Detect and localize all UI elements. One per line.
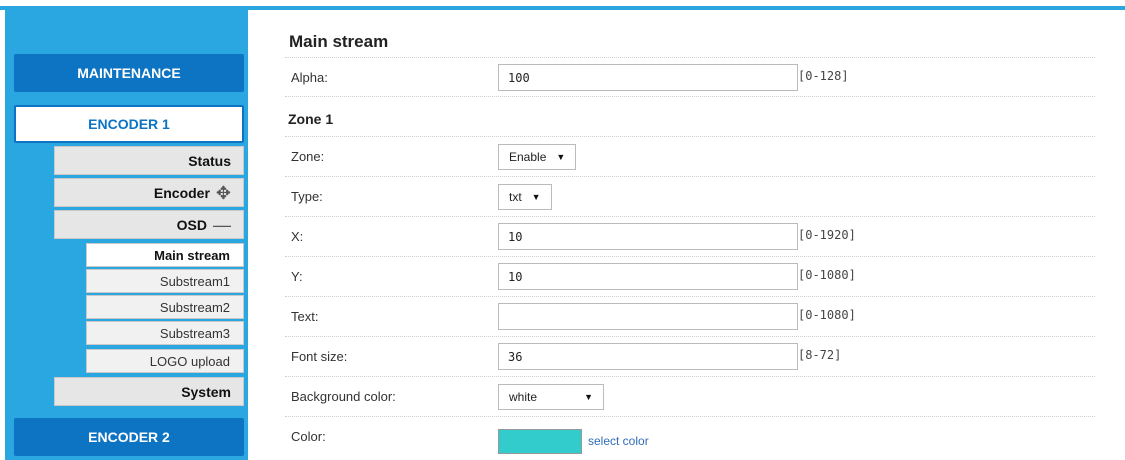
nav-maintenance[interactable]: MAINTENANCE [14,54,244,92]
expand-plus-icon: ✥ [215,182,231,203]
nav-main-stream[interactable]: Main stream [86,243,244,267]
nav-substream-2[interactable]: Substream2 [86,295,244,319]
chevron-down-icon: ▼ [531,192,541,202]
zone-select-value: Enable [509,150,547,164]
select-color-link[interactable]: select color [588,434,649,448]
nav-encoder-1[interactable]: ENCODER 1 [14,105,244,143]
font-size-range: [8-72] [798,348,842,362]
nav-system-label: System [181,383,231,400]
nav-status[interactable]: Status [54,146,244,175]
type-row: Type: txt ▼ [285,177,1095,217]
sidebar: MAINTENANCE ENCODER 1 Status Encoder ✥ O… [5,10,248,460]
zone-label: Zone: [291,149,325,164]
text-row: Text: [0-1080] [285,297,1095,337]
y-input[interactable] [498,263,798,290]
type-select-value: txt [509,190,522,204]
collapse-minus-icon: — [213,214,231,235]
font-size-label: Font size: [291,349,348,364]
type-label: Type: [291,189,323,204]
zone-header-row: Zone 1 [285,97,1095,137]
color-row: Color: select color [285,417,1095,457]
chevron-down-icon: ▼ [584,392,593,402]
background-color-select-value: white [509,390,538,404]
nav-status-label: Status [188,152,231,169]
zone-title: Zone 1 [288,111,334,127]
font-size-input[interactable] [498,343,798,370]
y-row: Y: [0-1080] [285,257,1095,297]
x-input[interactable] [498,223,798,250]
top-accent-bar [0,0,1125,10]
nav-system[interactable]: System [54,377,244,406]
y-label: Y: [291,269,303,284]
nav-logo-upload[interactable]: LOGO upload [86,349,244,373]
nav-encoder-label: Encoder [153,184,210,201]
x-label: X: [291,229,304,244]
x-row: X: [0-1920] [285,217,1095,257]
nav-substream-3[interactable]: Substream3 [86,321,244,345]
background-color-row: Background color: white ▼ [285,377,1095,417]
alpha-row: Alpha: [0-128] [285,57,1095,97]
color-swatch[interactable] [498,429,582,454]
nav-encoder[interactable]: Encoder ✥ [54,178,244,207]
alpha-input[interactable] [498,64,798,91]
nav-substream-1[interactable]: Substream1 [86,269,244,293]
zone-select[interactable]: Enable ▼ [498,144,577,170]
nav-osd[interactable]: OSD — [54,210,244,239]
x-range: [0-1920] [798,228,856,242]
font-size-row: Font size: [8-72] [285,337,1095,377]
text-label: Text: [291,309,319,324]
nav-osd-label: OSD [176,216,207,233]
nav-encoder-2[interactable]: ENCODER 2 [14,418,244,456]
zone-row: Zone: Enable ▼ [285,137,1095,177]
color-label: Color: [291,429,326,444]
alpha-range: [0-128] [798,69,849,83]
y-range: [0-1080] [798,268,856,282]
text-range: [0-1080] [798,308,856,322]
alpha-label: Alpha: [291,70,328,85]
background-color-label: Background color: [291,389,396,404]
background-color-select[interactable]: white ▼ [498,384,604,410]
chevron-down-icon: ▼ [556,152,566,162]
type-select[interactable]: txt ▼ [498,184,552,210]
page-title: Main stream [289,32,389,51]
text-input[interactable] [498,303,798,330]
